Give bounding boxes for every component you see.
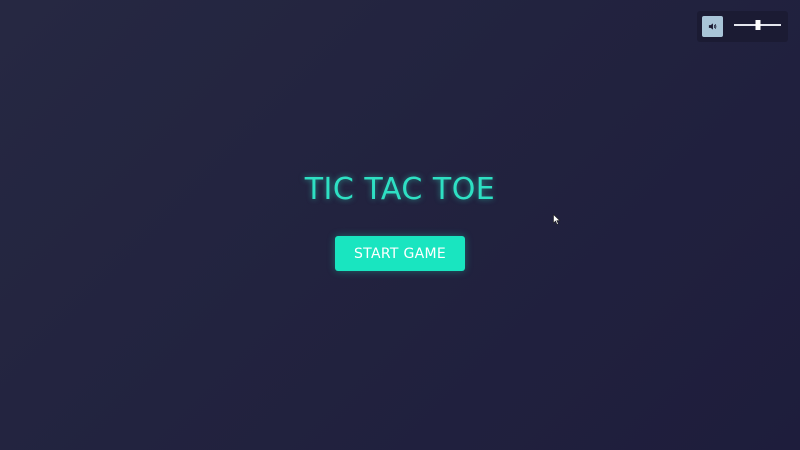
mute-button[interactable]: [702, 16, 723, 37]
speaker-icon: [708, 23, 717, 30]
start-game-button[interactable]: START GAME: [335, 236, 465, 271]
game-title: TIC TAC TOE: [304, 172, 496, 207]
mouse-cursor-icon: [553, 214, 561, 225]
volume-slider-thumb[interactable]: [755, 20, 760, 30]
volume-control: [697, 11, 788, 42]
